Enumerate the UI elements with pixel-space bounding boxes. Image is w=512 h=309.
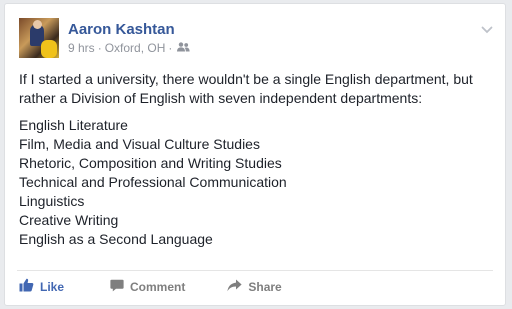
list-item: English as a Second Language — [19, 231, 213, 247]
post-meta: 9 hrs · Oxford, OH · — [68, 41, 190, 55]
like-button[interactable]: Like — [19, 278, 64, 295]
avatar[interactable] — [19, 18, 59, 58]
list-item: English Literature — [19, 117, 128, 133]
department-list: English Literature Film, Media and Visua… — [19, 116, 495, 249]
share-label: Share — [248, 279, 282, 294]
chevron-down-icon[interactable] — [481, 22, 493, 34]
like-label: Like — [40, 279, 65, 294]
friends-icon[interactable] — [177, 41, 190, 55]
list-item: Linguistics — [19, 193, 85, 209]
avatar-head — [33, 20, 42, 29]
comment-icon — [110, 279, 130, 295]
list-item: Film, Media and Visual Culture Studies — [19, 136, 260, 152]
post-location[interactable]: Oxford, OH — [105, 41, 166, 55]
list-item: Rhetoric, Composition and Writing Studie… — [19, 155, 282, 171]
list-item: Technical and Professional Communication — [19, 174, 287, 190]
meta-separator: · — [168, 41, 173, 55]
action-bar: Like Comment Share — [19, 278, 282, 295]
post-time[interactable]: 9 hrs — [68, 41, 95, 55]
share-button[interactable]: Share — [227, 279, 282, 295]
comment-button[interactable]: Comment — [110, 279, 185, 295]
post-intro: If I started a university, there wouldn'… — [19, 71, 473, 106]
post-body: If I started a university, there wouldn'… — [19, 70, 495, 249]
meta-separator: · — [97, 41, 102, 55]
list-item: Creative Writing — [19, 212, 119, 228]
share-arrow-icon — [227, 279, 248, 295]
author-name[interactable]: Aaron Kashtan — [68, 21, 175, 38]
avatar-toy — [41, 40, 57, 58]
post-card: Aaron Kashtan 9 hrs · Oxford, OH · If I … — [4, 3, 506, 306]
comment-label: Comment — [130, 279, 186, 294]
thumbs-up-icon — [19, 278, 40, 295]
divider — [17, 270, 493, 271]
